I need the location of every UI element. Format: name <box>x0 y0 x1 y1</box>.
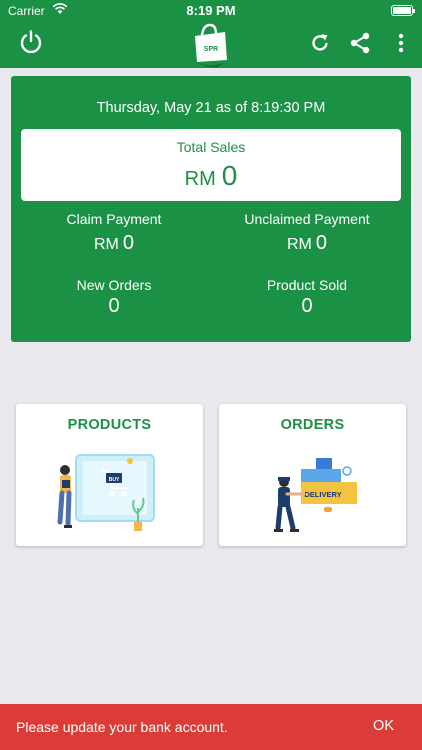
claim-payment-label: Claim Payment <box>66 211 162 227</box>
unclaimed-payment-value: RM 0 <box>207 232 407 255</box>
products-card[interactable]: PRODUCTS BUY <box>16 404 203 546</box>
unclaimed-payment-amount: 0 <box>315 232 327 254</box>
refresh-icon[interactable] <box>305 28 335 58</box>
product-sold-stat: Product Sold 0 <box>207 277 407 318</box>
shopping-bag-logo: SPR <box>188 20 232 68</box>
new-orders-stat: New Orders 0 <box>14 277 214 318</box>
orders-title: ORDERS <box>280 417 345 433</box>
battery-icon <box>391 5 415 16</box>
bank-account-snackbar: Please update your bank account. OK <box>0 704 422 750</box>
status-bar: Carrier 8:19 PM <box>0 0 422 22</box>
new-orders-label: New Orders <box>76 277 152 293</box>
as-of-date: Thursday, May 21 as of 8:19:30 PM <box>96 100 326 116</box>
app-bar: Carrier 8:19 PM SPR <box>0 0 422 68</box>
more-vert-icon[interactable] <box>386 28 416 58</box>
claim-payment-value: RM 0 <box>14 232 214 255</box>
status-time: 8:19 PM <box>186 3 236 18</box>
product-sold-value: 0 <box>301 295 313 317</box>
product-sold-label: Product Sold <box>266 277 348 293</box>
claim-payment-currency: RM <box>93 236 119 253</box>
total-sales-amount: 0 <box>221 160 238 191</box>
total-sales-label: Total Sales <box>176 139 246 155</box>
logo-text: SPR <box>204 46 218 53</box>
unclaimed-payment-currency: RM <box>286 236 312 253</box>
products-illustration: BUY <box>46 444 173 534</box>
sales-summary-card: Thursday, May 21 as of 8:19:30 PM Total … <box>11 76 411 342</box>
share-icon[interactable] <box>345 28 375 58</box>
unclaimed-payment-stat: Unclaimed Payment RM 0 <box>207 211 407 255</box>
claim-payment-amount: 0 <box>122 232 134 254</box>
total-sales-box: Total Sales RM 0 <box>21 129 401 201</box>
delivery-tag: DELIVERY <box>304 490 341 499</box>
claim-payment-stat: Claim Payment RM 0 <box>14 211 214 255</box>
new-orders-value: 0 <box>108 295 120 317</box>
orders-illustration: DELIVERY <box>249 444 376 534</box>
unclaimed-payment-label: Unclaimed Payment <box>244 211 370 227</box>
snackbar-ok-button[interactable]: OK <box>373 718 394 734</box>
buy-tag: BUY <box>109 477 120 483</box>
snackbar-message: Please update your bank account. <box>16 719 228 735</box>
products-title: PRODUCTS <box>67 417 152 433</box>
orders-card[interactable]: ORDERS DELIVERY <box>219 404 406 546</box>
total-sales-value: RM 0 <box>21 160 401 192</box>
power-icon[interactable] <box>16 27 46 57</box>
total-sales-currency: RM <box>184 168 216 190</box>
